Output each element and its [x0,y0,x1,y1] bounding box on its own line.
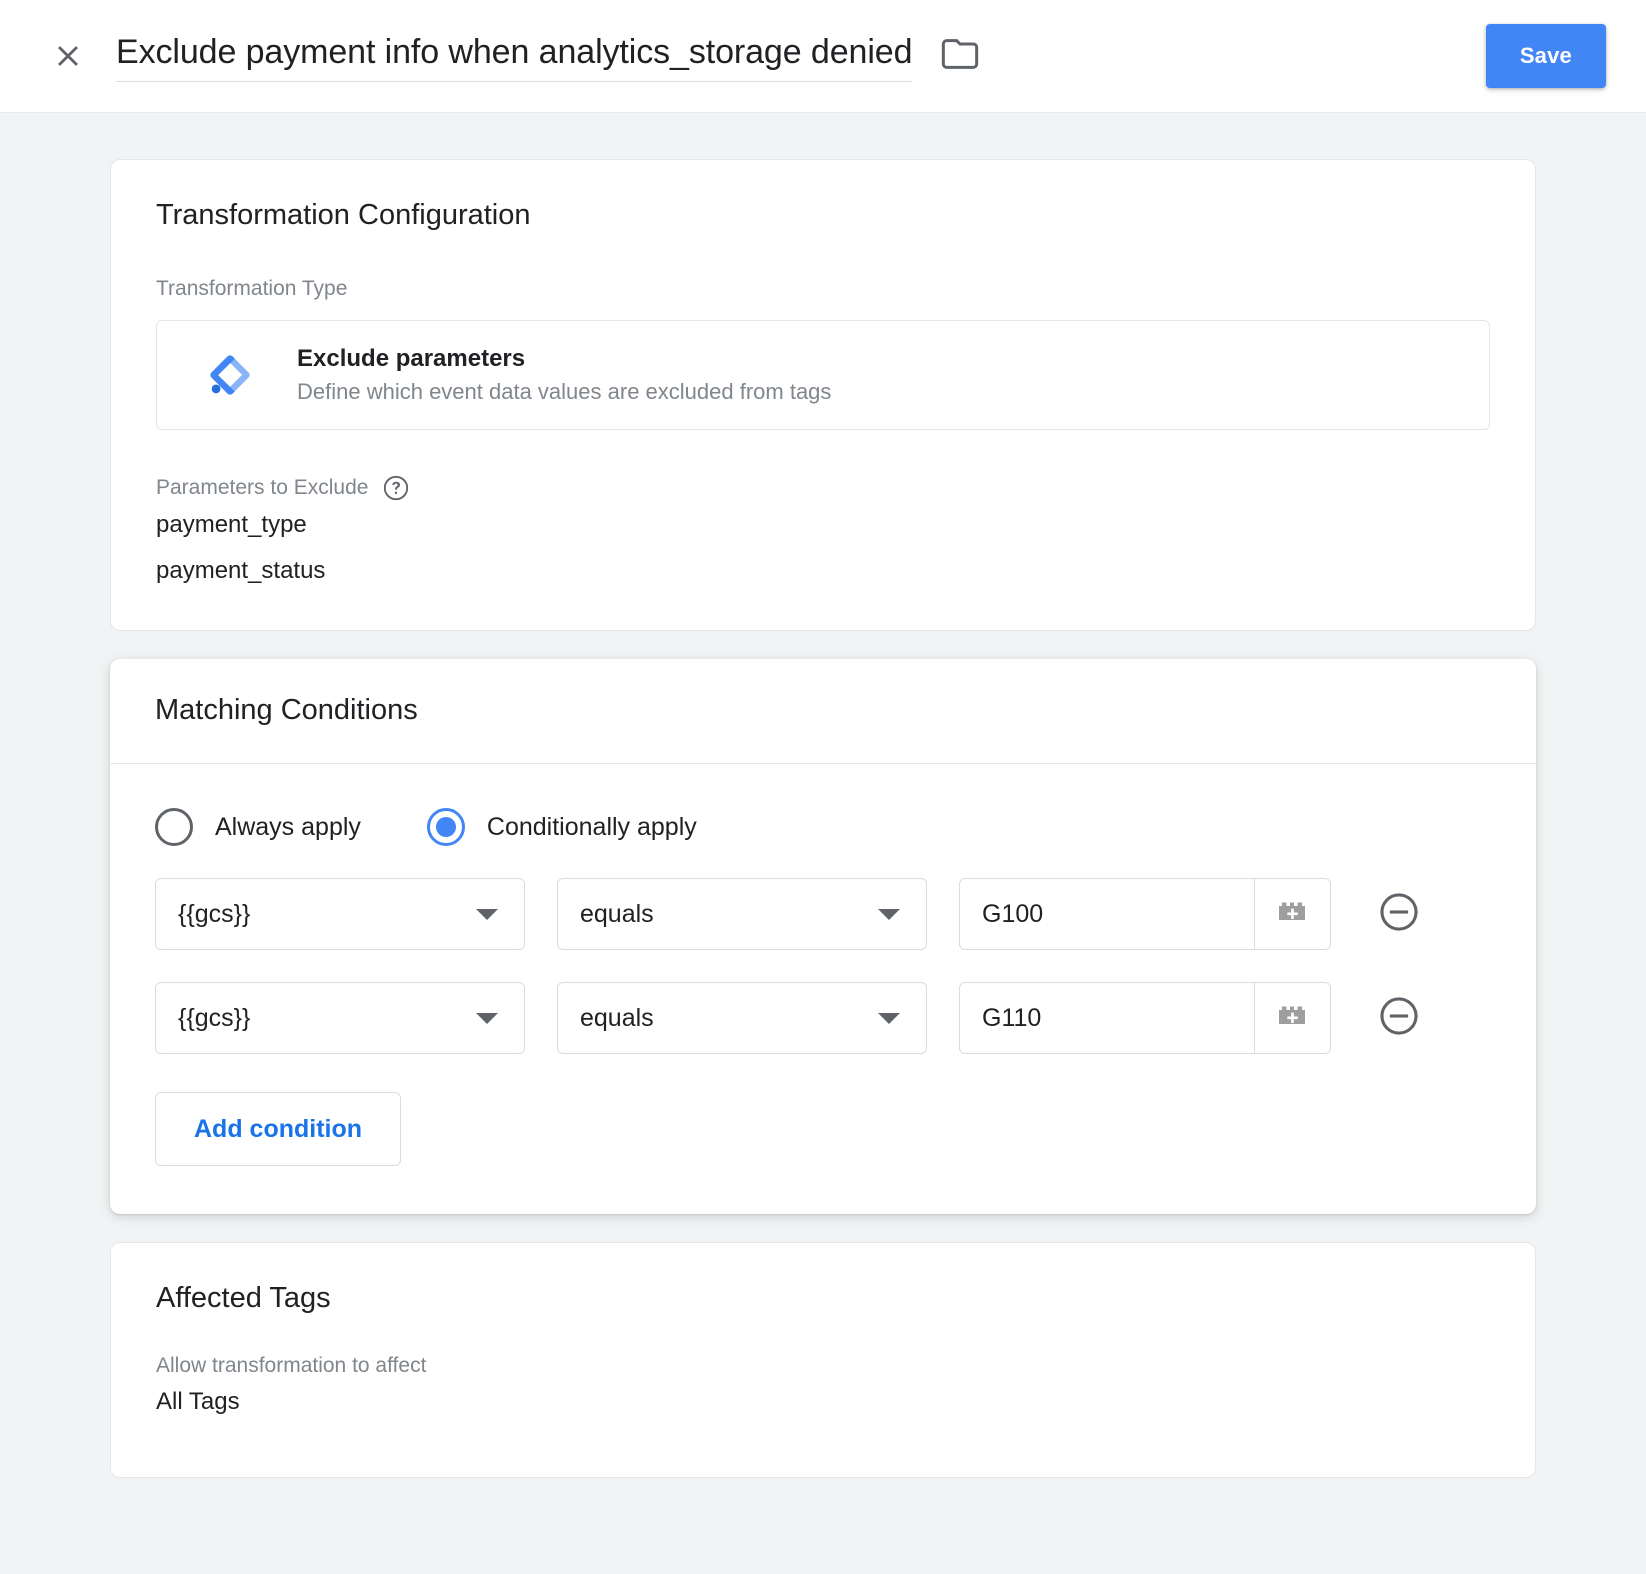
condition-operator-value: equals [580,899,654,928]
folder-button[interactable] [938,34,982,78]
condition-row: {{gcs}} equals [155,982,1491,1054]
transformation-configuration-title: Transformation Configuration [156,199,531,231]
parameters-list: payment_type payment_status [156,502,1490,594]
allow-transformation-value: All Tags [156,1388,240,1415]
title-area: Exclude payment info when analytics_stor… [116,31,1486,82]
chevron-down-icon [476,909,498,920]
matching-conditions-card: Matching Conditions Always apply Conditi… [110,659,1536,1214]
matching-conditions-title: Matching Conditions [155,694,418,726]
allow-transformation-label: Allow transformation to affect [156,1354,427,1377]
title-input-field[interactable]: Exclude payment info when analytics_stor… [116,31,913,82]
parameters-to-exclude-label-row: Parameters to Exclude [156,430,1490,502]
parameters-to-exclude-label: Parameters to Exclude [156,476,369,499]
transformation-name-input[interactable]: Exclude payment info when analytics_stor… [116,31,913,73]
condition-variable-value: {{gcs}} [178,1003,251,1032]
variable-picker-button[interactable] [1254,879,1330,949]
affected-tags-body: Allow transformation to affect All Tags [111,1315,1535,1477]
transformation-type-selector[interactable]: Exclude parameters Define which event da… [156,320,1490,430]
condition-value-input[interactable] [960,983,1254,1053]
transformation-configuration-body: Transformation Type Exclude parameters D… [111,232,1535,630]
affected-tags-card: Affected Tags Allow transformation to af… [110,1242,1536,1478]
close-icon [51,39,85,73]
condition-variable-select[interactable]: {{gcs}} [155,878,525,950]
condition-operator-select[interactable]: equals [557,982,927,1054]
condition-row: {{gcs}} equals [155,878,1491,950]
parameter-item: payment_status [156,557,326,584]
radio-option-always-apply[interactable]: Always apply [155,808,361,846]
affected-tags-title: Affected Tags [156,1282,331,1314]
radio-circle-icon[interactable] [155,808,193,846]
matching-conditions-body: Always apply Conditionally apply {{gcs}}… [110,764,1536,1214]
lego-brick-plus-icon [1275,897,1311,932]
editor-content: Transformation Configuration Transformat… [0,113,1646,1478]
close-button[interactable] [42,30,94,82]
radio-option-conditionally-apply[interactable]: Conditionally apply [426,808,697,846]
matching-conditions-header: Matching Conditions [110,659,1536,764]
condition-operator-select[interactable]: equals [557,878,927,950]
help-circle-icon[interactable] [382,474,410,502]
transformation-type-text: Exclude parameters Define which event da… [297,343,831,407]
radio-circle-selected-icon[interactable] [426,808,465,846]
radio-label-conditionally-apply: Conditionally apply [486,813,697,841]
chevron-down-icon [476,1013,498,1024]
add-condition-button[interactable]: Add condition [155,1092,402,1166]
transformation-type-name: Exclude parameters [297,345,526,372]
remove-condition-button[interactable] [1373,888,1425,940]
transformation-type-label: Transformation Type [156,277,348,300]
remove-condition-button[interactable] [1373,992,1425,1044]
condition-value-input[interactable] [960,879,1254,949]
editor-top-bar: Exclude payment info when analytics_stor… [0,0,1646,113]
folder-icon [940,34,980,79]
condition-variable-value: {{gcs}} [178,899,251,928]
lego-brick-plus-icon [1275,1001,1311,1036]
save-button[interactable]: Save [1485,24,1606,88]
radio-label-always-apply: Always apply [215,813,361,841]
minus-circle-icon [1377,890,1421,939]
chevron-down-icon [878,909,900,920]
variable-picker-button[interactable] [1254,983,1330,1053]
parameter-item: payment_type [156,511,307,538]
transformation-type-description: Define which event data values are exclu… [297,379,832,404]
condition-value-field[interactable] [959,982,1331,1054]
apply-mode-radio-group: Always apply Conditionally apply [155,764,1491,846]
condition-variable-select[interactable]: {{gcs}} [155,982,525,1054]
chevron-down-icon [878,1013,900,1024]
condition-operator-value: equals [580,1003,654,1032]
gtm-diamond-icon [207,352,253,398]
transformation-configuration-card: Transformation Configuration Transformat… [110,159,1536,631]
minus-circle-icon [1377,994,1421,1043]
condition-value-field[interactable] [959,878,1331,950]
